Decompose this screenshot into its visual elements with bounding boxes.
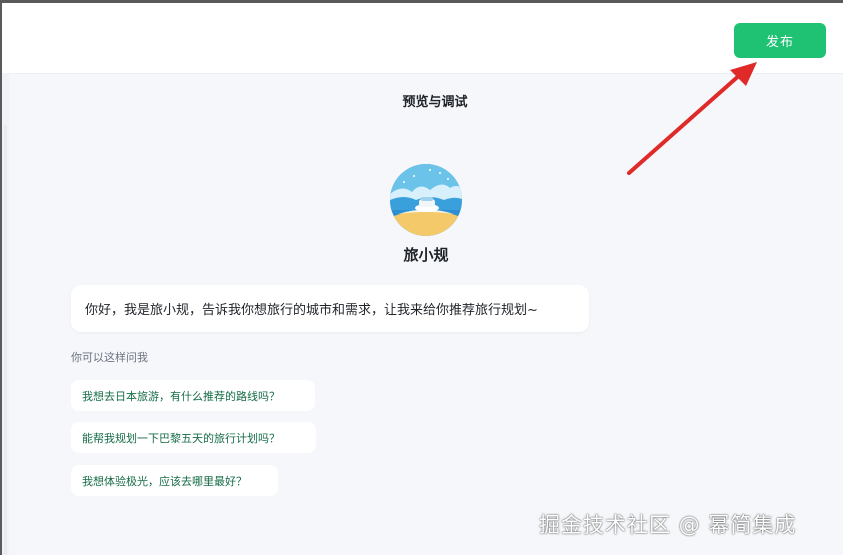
top-header-bar: 发布 <box>2 3 843 73</box>
beach-avatar-icon <box>390 164 462 236</box>
suggested-question[interactable]: 我想去日本旅游，有什么推荐的路线吗？ <box>71 380 315 411</box>
panel-title: 预览与调试 <box>402 95 468 110</box>
app-window: 发布 预览与调试 旅小规 你好，我是旅小规，告诉我你想旅行的城市和需求，让我来给… <box>0 0 843 555</box>
left-panel-scrollbar[interactable] <box>4 125 7 555</box>
suggestion-hint: 你可以这样问我 <box>71 351 148 364</box>
suggested-question-text: 我想体验极光，应该去哪里最好？ <box>82 474 247 488</box>
bot-name: 旅小规 <box>403 246 449 264</box>
publish-button[interactable]: 发布 <box>734 23 826 58</box>
preview-debug-panel: 预览与调试 旅小规 你好，我是旅小规，告诉我你想旅行的城市和需求，让我来给你推荐… <box>9 73 843 555</box>
suggested-question-text: 我想去日本旅游，有什么推荐的路线吗？ <box>82 389 280 403</box>
watermark: 掘金技术社区 @ 幂简集成 <box>539 513 797 537</box>
greeting-bubble: 你好，我是旅小规，告诉我你想旅行的城市和需求，让我来给你推荐旅行规划~ <box>71 285 589 332</box>
bot-avatar <box>390 164 462 236</box>
left-panel-edge <box>2 73 9 555</box>
suggested-question-text: 能帮我规划一下巴黎五天的旅行计划吗？ <box>82 431 280 445</box>
suggested-question[interactable]: 我想体验极光，应该去哪里最好？ <box>71 465 278 496</box>
greeting-text: 你好，我是旅小规，告诉我你想旅行的城市和需求，让我来给你推荐旅行规划~ <box>85 303 538 318</box>
suggested-question[interactable]: 能帮我规划一下巴黎五天的旅行计划吗？ <box>71 422 316 453</box>
